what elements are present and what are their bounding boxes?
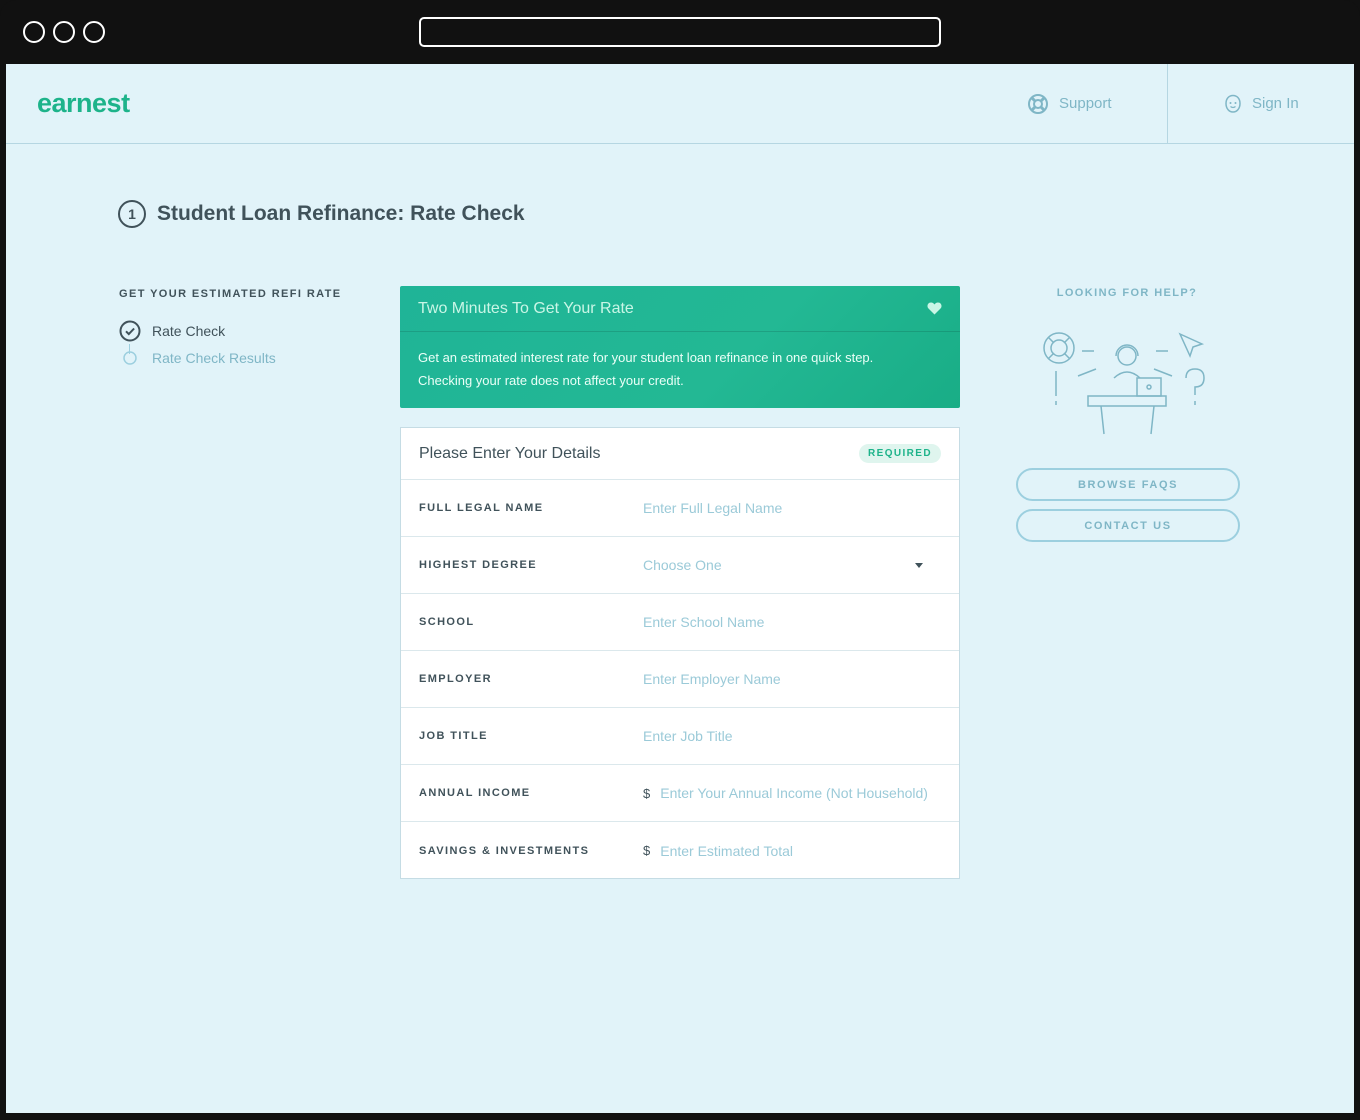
field-label: JOB TITLE xyxy=(419,730,488,742)
sign-in-link[interactable]: Sign In xyxy=(1224,64,1299,143)
employer-input[interactable]: Enter Employer Name xyxy=(643,671,941,687)
select-placeholder: Choose One xyxy=(643,557,722,573)
page-title: Student Loan Refinance: Rate Check xyxy=(157,202,525,225)
lifebuoy-icon xyxy=(1028,93,1048,114)
field-label: FULL LEGAL NAME xyxy=(419,502,544,514)
browser-titlebar xyxy=(0,0,1360,62)
help-heading: LOOKING FOR HELP? xyxy=(1056,287,1198,299)
earnest-logo[interactable]: earnest xyxy=(37,88,130,119)
field-label: ANNUAL INCOME xyxy=(419,787,531,799)
banner-title: Two Minutes To Get Your Rate xyxy=(418,299,634,317)
input-placeholder: Enter Employer Name xyxy=(643,671,781,687)
rate-info-banner: Two Minutes To Get Your Rate Get an esti… xyxy=(400,286,960,408)
step-number-badge: 1 xyxy=(118,200,146,228)
field-employer: EMPLOYER Enter Employer Name xyxy=(401,651,959,708)
support-label: Support xyxy=(1059,95,1112,112)
input-placeholder: Enter Job Title xyxy=(643,728,733,744)
address-bar[interactable] xyxy=(419,17,941,47)
page-viewport: earnest Support Sign In 1 Student Loan R… xyxy=(6,64,1354,1113)
field-label: HIGHEST DEGREE xyxy=(419,559,538,571)
field-savings-investments: SAVINGS & INVESTMENTS $ Enter Estimated … xyxy=(401,822,959,879)
check-circle-icon xyxy=(119,320,141,342)
field-highest-degree: HIGHEST DEGREE Choose One xyxy=(401,537,959,594)
step-rate-check[interactable]: Rate Check xyxy=(119,320,225,342)
field-label: SCHOOL xyxy=(419,616,475,628)
input-placeholder: Enter Your Annual Income (Not Household) xyxy=(660,785,928,801)
input-placeholder: Enter School Name xyxy=(643,614,765,630)
savings-investments-input[interactable]: $ Enter Estimated Total xyxy=(643,843,941,859)
field-label: EMPLOYER xyxy=(419,673,492,685)
banner-text-line1: Get an estimated interest rate for your … xyxy=(418,350,874,365)
currency-prefix: $ xyxy=(643,785,651,801)
support-agent-illustration xyxy=(1043,332,1205,435)
banner-text-line2: Checking your rate does not affect your … xyxy=(418,373,684,388)
page-title-block: 1 Student Loan Refinance: Rate Check xyxy=(118,200,525,228)
field-school: SCHOOL Enter School Name xyxy=(401,594,959,651)
field-annual-income: ANNUAL INCOME $ Enter Your Annual Income… xyxy=(401,765,959,822)
input-placeholder: Enter Full Legal Name xyxy=(643,500,783,516)
window-close-button[interactable] xyxy=(23,21,45,43)
contact-us-button[interactable]: CONTACT US xyxy=(1016,509,1240,542)
currency-prefix: $ xyxy=(643,843,651,858)
step-rate-check-results[interactable]: Rate Check Results xyxy=(122,350,276,366)
field-job-title: JOB TITLE Enter Job Title xyxy=(401,708,959,765)
field-full-legal-name: FULL LEGAL NAME Enter Full Legal Name xyxy=(401,480,959,537)
support-link[interactable]: Support xyxy=(1027,64,1112,143)
chevron-down-icon xyxy=(915,562,923,568)
banner-header: Two Minutes To Get Your Rate xyxy=(400,286,960,332)
window-minimize-button[interactable] xyxy=(53,21,75,43)
field-label: SAVINGS & INVESTMENTS xyxy=(419,844,590,857)
step-rate-check-label: Rate Check xyxy=(152,323,226,339)
job-title-input[interactable]: Enter Job Title xyxy=(643,728,941,744)
steps-heading: GET YOUR ESTIMATED REFI RATE xyxy=(119,288,342,300)
required-badge: REQUIRED xyxy=(859,444,941,463)
smiley-face-icon xyxy=(1225,94,1241,113)
site-header: earnest Support Sign In xyxy=(6,64,1354,144)
form-title: Please Enter Your Details xyxy=(419,444,601,462)
input-placeholder: Enter Estimated Total xyxy=(660,842,794,859)
browser-window: earnest Support Sign In 1 Student Loan R… xyxy=(0,0,1360,1120)
heart-icon xyxy=(927,302,942,315)
details-form: Please Enter Your Details REQUIRED FULL … xyxy=(400,427,960,879)
browse-faqs-button[interactable]: BROWSE FAQS xyxy=(1016,468,1240,501)
header-divider xyxy=(1167,64,1168,144)
school-input[interactable]: Enter School Name xyxy=(643,614,941,630)
highest-degree-select[interactable]: Choose One xyxy=(643,557,941,573)
window-maximize-button[interactable] xyxy=(83,21,105,43)
step-rate-check-results-label: Rate Check Results xyxy=(152,350,276,366)
form-header: Please Enter Your Details REQUIRED xyxy=(401,428,959,480)
sign-in-label: Sign In xyxy=(1252,95,1299,112)
empty-circle-icon xyxy=(123,351,137,365)
banner-body: Get an estimated interest rate for your … xyxy=(400,332,960,392)
annual-income-input[interactable]: $ Enter Your Annual Income (Not Househol… xyxy=(643,785,941,801)
full-legal-name-input[interactable]: Enter Full Legal Name xyxy=(643,500,941,516)
